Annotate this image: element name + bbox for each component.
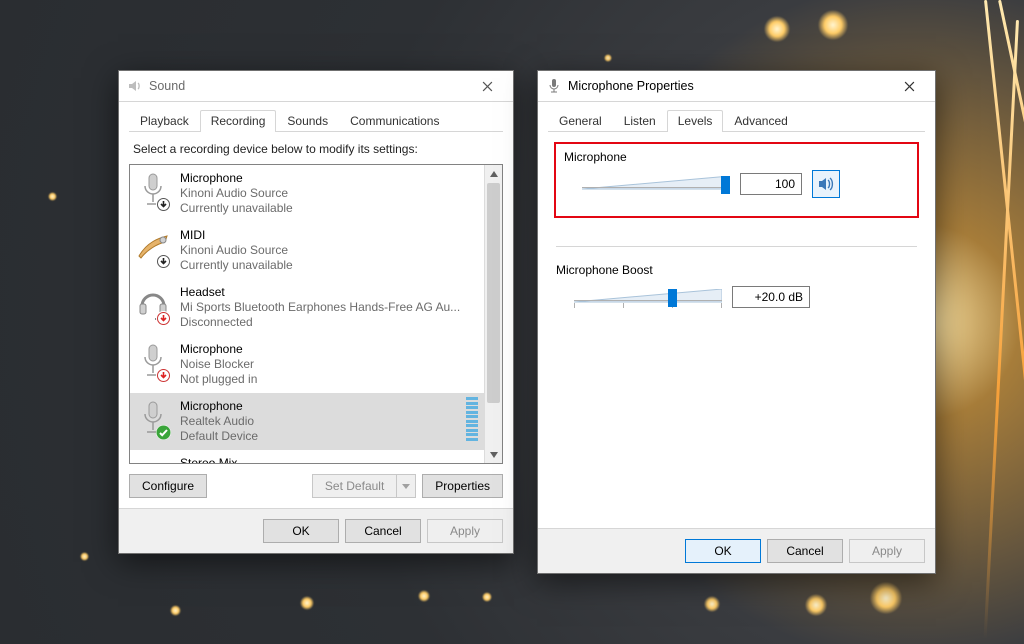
status-badge — [156, 311, 171, 326]
device-line3: Not plugged in — [180, 372, 257, 387]
tab-general[interactable]: General — [548, 110, 613, 132]
mic-level-label: Microphone — [564, 150, 909, 164]
ok-button[interactable]: OK — [685, 539, 761, 563]
apply-button[interactable]: Apply — [427, 519, 503, 543]
boost-label: Microphone Boost — [556, 263, 917, 277]
close-icon[interactable] — [889, 72, 929, 100]
mic-icon — [136, 169, 170, 211]
configure-button[interactable]: Configure — [129, 474, 207, 498]
device-item[interactable]: MicrophoneNoise BlockerNot plugged in — [130, 336, 484, 393]
boost-value[interactable]: +20.0 dB — [732, 286, 810, 308]
tab-playback[interactable]: Playback — [129, 110, 200, 132]
tab-levels[interactable]: Levels — [667, 110, 724, 132]
device-name: Microphone — [180, 342, 257, 357]
device-line3: Currently unavailable — [180, 201, 293, 216]
mic-level-value[interactable]: 100 — [740, 173, 802, 195]
cancel-button[interactable]: Cancel — [345, 519, 421, 543]
props-tabstrip: GeneralListenLevelsAdvanced — [548, 108, 925, 132]
mute-toggle[interactable] — [812, 170, 840, 198]
status-badge — [156, 368, 171, 383]
tab-recording[interactable]: Recording — [200, 110, 277, 132]
tab-advanced[interactable]: Advanced — [723, 110, 798, 132]
status-badge — [156, 254, 171, 269]
sound-footer: OK Cancel Apply — [119, 508, 513, 553]
sound-tabstrip: PlaybackRecordingSoundsCommunications — [129, 108, 503, 132]
device-line3: Default Device — [180, 429, 258, 444]
device-name: Microphone — [180, 171, 293, 186]
apply-button[interactable]: Apply — [849, 539, 925, 563]
mic-icon — [136, 397, 170, 439]
speaker-icon — [127, 78, 143, 94]
set-default-button[interactable]: Set Default — [312, 474, 396, 498]
ok-button[interactable]: OK — [263, 519, 339, 543]
props-titlebar[interactable]: Microphone Properties — [538, 71, 935, 102]
boost-slider[interactable] — [574, 283, 722, 311]
set-default-dropdown[interactable] — [396, 474, 416, 498]
device-item[interactable]: Stereo MixRealtek Audio — [130, 450, 484, 463]
mic-level-slider[interactable] — [582, 170, 730, 198]
device-line2: Kinoni Audio Source — [180, 243, 293, 258]
vu-meter — [466, 397, 478, 441]
mic-properties-dialog: Microphone Properties GeneralListenLevel… — [537, 70, 936, 574]
props-footer: OK Cancel Apply — [538, 528, 935, 573]
headset-icon — [136, 283, 170, 325]
scrollbar[interactable] — [484, 165, 502, 463]
device-name: Microphone — [180, 399, 258, 414]
scroll-down-icon[interactable] — [485, 446, 502, 463]
device-name: Headset — [180, 285, 460, 300]
device-name: Stereo Mix — [180, 456, 254, 463]
device-line2: Noise Blocker — [180, 357, 257, 372]
close-icon[interactable] — [467, 72, 507, 100]
divider — [556, 246, 917, 247]
scroll-up-icon[interactable] — [485, 165, 502, 182]
properties-button[interactable]: Properties — [422, 474, 503, 498]
chip-icon — [136, 454, 170, 463]
device-line2: Mi Sports Bluetooth Earphones Hands-Free… — [180, 300, 460, 315]
device-line3: Disconnected — [180, 315, 460, 330]
device-line3: Currently unavailable — [180, 258, 293, 273]
status-badge — [156, 425, 171, 440]
highlight-box: Microphone 100 — [554, 142, 919, 218]
instruction-text: Select a recording device below to modif… — [133, 142, 499, 156]
mic-icon — [136, 340, 170, 382]
midi-icon — [136, 226, 170, 268]
scroll-thumb[interactable] — [487, 183, 500, 403]
microphone-icon — [546, 78, 562, 94]
device-item[interactable]: HeadsetMi Sports Bluetooth Earphones Han… — [130, 279, 484, 336]
device-name: MIDI — [180, 228, 293, 243]
tab-listen[interactable]: Listen — [613, 110, 667, 132]
device-line2: Kinoni Audio Source — [180, 186, 293, 201]
props-title: Microphone Properties — [568, 79, 694, 93]
status-badge — [156, 197, 171, 212]
device-item[interactable]: MIDIKinoni Audio SourceCurrently unavail… — [130, 222, 484, 279]
device-line2: Realtek Audio — [180, 414, 258, 429]
cancel-button[interactable]: Cancel — [767, 539, 843, 563]
device-item[interactable]: MicrophoneKinoni Audio SourceCurrently u… — [130, 165, 484, 222]
device-item[interactable]: MicrophoneRealtek AudioDefault Device — [130, 393, 484, 450]
device-list: MicrophoneKinoni Audio SourceCurrently u… — [129, 164, 503, 464]
sound-dialog: Sound PlaybackRecordingSoundsCommunicati… — [118, 70, 514, 554]
sound-titlebar[interactable]: Sound — [119, 71, 513, 102]
tab-sounds[interactable]: Sounds — [276, 110, 339, 132]
sound-title: Sound — [149, 79, 185, 93]
tab-communications[interactable]: Communications — [339, 110, 450, 132]
